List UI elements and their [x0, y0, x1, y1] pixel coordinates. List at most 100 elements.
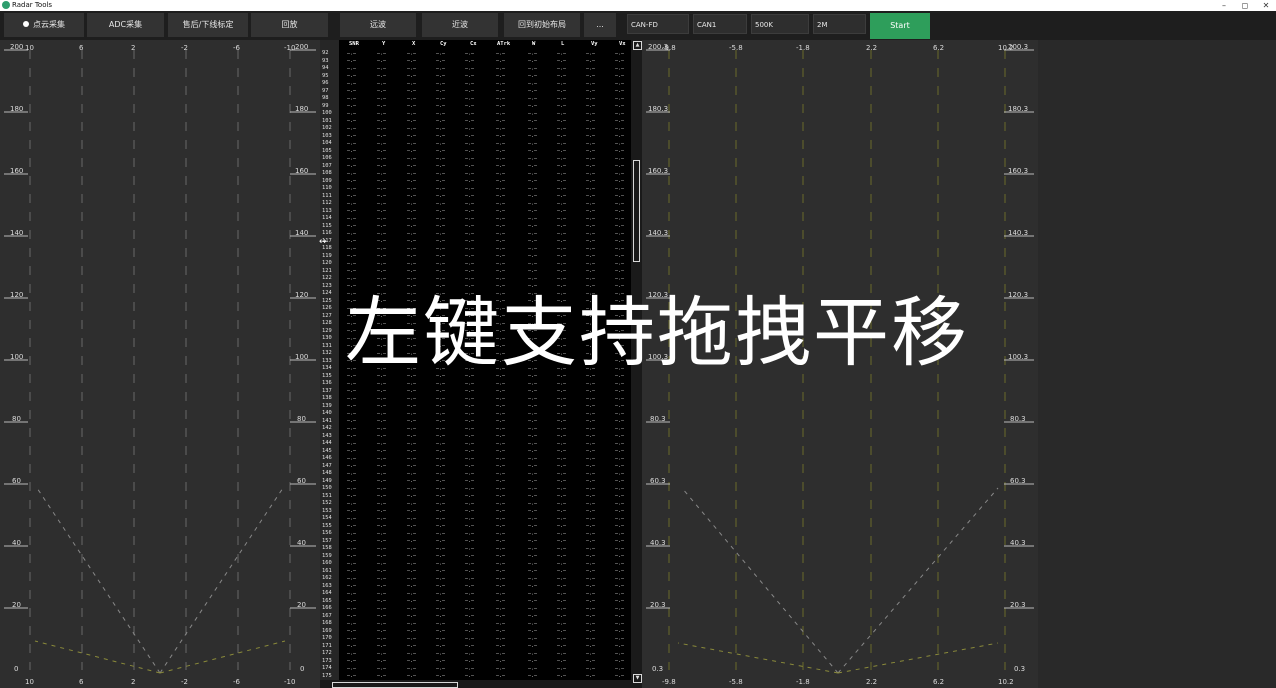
table-cell: —.— — [347, 253, 357, 259]
row-number: 164 — [322, 590, 332, 596]
reset-layout-button[interactable]: 回到初始布局 — [504, 13, 580, 37]
row-number: 170 — [322, 635, 332, 641]
table-cell: —.— — [377, 276, 387, 282]
table-cell: —.— — [436, 673, 446, 679]
header-cx[interactable]: Cx — [470, 41, 477, 47]
table-cell: —.— — [347, 643, 357, 649]
table-cell: —.— — [436, 418, 446, 424]
data-baud-field[interactable]: 2M — [813, 14, 866, 34]
scroll-down-icon[interactable]: ▼ — [633, 674, 642, 683]
vertical-scroll-thumb[interactable] — [633, 160, 640, 262]
resize-cursor-icon: ↔ — [319, 237, 327, 247]
table-cell: —.— — [557, 658, 567, 664]
table-cell: —.— — [586, 501, 596, 507]
header-w[interactable]: W — [532, 41, 535, 47]
table-cell: —.— — [347, 613, 357, 619]
table-cell: —.— — [347, 583, 357, 589]
header-snr[interactable]: SNR — [349, 41, 359, 47]
table-cell: —.— — [615, 81, 625, 87]
table-cell: —.— — [615, 606, 625, 612]
table-cell: —.— — [586, 561, 596, 567]
table-cell: —.— — [347, 531, 357, 537]
header-cy[interactable]: Cy — [440, 41, 447, 47]
table-cell: —.— — [436, 426, 446, 432]
row-number: 92 — [322, 50, 329, 56]
table-cell: —.— — [528, 178, 538, 184]
table-cell: —.— — [465, 673, 475, 679]
row-number: 131 — [322, 342, 332, 349]
horizontal-scroll-thumb[interactable] — [332, 682, 458, 688]
adc-capture-button[interactable]: ADC采集 — [87, 13, 164, 37]
table-cell: —.— — [557, 418, 567, 424]
right-x-tick-bottom-neg5.8: -5.8 — [729, 678, 743, 686]
header-vy[interactable]: Vy — [591, 41, 598, 47]
header-x[interactable]: X — [412, 41, 415, 47]
left-x-tick-bottom-6: 6 — [79, 678, 84, 686]
table-cell: —.— — [465, 621, 475, 627]
table-cell: —.— — [528, 81, 538, 87]
table-cell: —.— — [615, 246, 625, 252]
scroll-up-icon[interactable]: ▲ — [633, 41, 642, 50]
row-number: 133 — [322, 357, 332, 364]
close-button[interactable]: ✕ — [1254, 0, 1276, 11]
nominal-baud-field[interactable]: 500K — [751, 14, 809, 34]
table-cell: —.— — [436, 201, 446, 207]
table-cell: —.— — [496, 583, 506, 589]
table-cell: —.— — [377, 246, 387, 252]
table-cell: —.— — [347, 561, 357, 567]
header-y[interactable]: Y — [382, 41, 385, 47]
header-vx[interactable]: Vx — [619, 41, 626, 47]
table-cell: —.— — [557, 96, 567, 102]
table-cell: —.— — [436, 568, 446, 574]
table-cell: —.— — [528, 636, 538, 642]
table-cell: —.— — [557, 568, 567, 574]
table-cell: —.— — [528, 411, 538, 417]
table-cell: —.— — [347, 673, 357, 679]
header-l[interactable]: L — [561, 41, 564, 47]
table-cell: —.— — [465, 501, 475, 507]
table-cell: —.— — [465, 103, 475, 109]
table-cell: —.— — [496, 381, 506, 387]
table-cell: —.— — [436, 523, 446, 529]
table-cell: —.— — [615, 538, 625, 544]
table-cell: —.— — [586, 381, 596, 387]
table-cell: —.— — [528, 583, 538, 589]
table-cell: —.— — [528, 568, 538, 574]
start-button[interactable]: Start — [870, 13, 930, 39]
header-atrk[interactable]: ATrk — [497, 41, 510, 47]
table-cell: —.— — [586, 456, 596, 462]
row-number: 93 — [322, 57, 329, 64]
table-cell: —.— — [465, 381, 475, 387]
table-cell: —.— — [557, 133, 567, 139]
row-number: 111 — [322, 192, 332, 199]
table-horizontal-scrollbar[interactable] — [320, 680, 631, 688]
table-cell: —.— — [586, 516, 596, 522]
point-cloud-capture-button[interactable]: 点云采集 — [4, 13, 84, 37]
table-cell: —.— — [586, 231, 596, 237]
more-button[interactable]: ... — [584, 13, 616, 37]
can-channel-field[interactable]: CAN1 — [693, 14, 747, 34]
row-number: 162 — [322, 575, 332, 581]
table-cell: —.— — [586, 276, 596, 282]
table-cell: —.— — [377, 171, 387, 177]
table-cell: —.— — [436, 448, 446, 454]
calibration-button[interactable]: 售后/下线标定 — [168, 13, 248, 37]
table-cell: —.— — [465, 193, 475, 199]
row-number: 96 — [322, 80, 329, 86]
playback-button[interactable]: 回放 — [251, 13, 328, 37]
row-number: 148 — [322, 470, 332, 476]
table-cell: —.— — [586, 261, 596, 267]
right-y-tick-right-80: 80.3 — [1010, 415, 1026, 423]
table-cell: —.— — [407, 651, 417, 657]
can-type-field[interactable]: CAN-FD — [627, 14, 689, 34]
left-y-tick-80: 80 — [12, 415, 21, 423]
table-cell: —.— — [436, 141, 446, 147]
left-radar-plot[interactable]: 200 180 160 140 120 100 80 60 40 20 0 20… — [0, 40, 320, 688]
far-wave-button[interactable]: 远波 — [340, 13, 416, 37]
table-cell: —.— — [347, 456, 357, 462]
right-y-tick-right-40: 40.3 — [1010, 539, 1026, 547]
table-cell: —.— — [347, 418, 357, 424]
table-cell: —.— — [465, 81, 475, 87]
table-cell: —.— — [557, 636, 567, 642]
near-wave-button[interactable]: 近波 — [422, 13, 498, 37]
